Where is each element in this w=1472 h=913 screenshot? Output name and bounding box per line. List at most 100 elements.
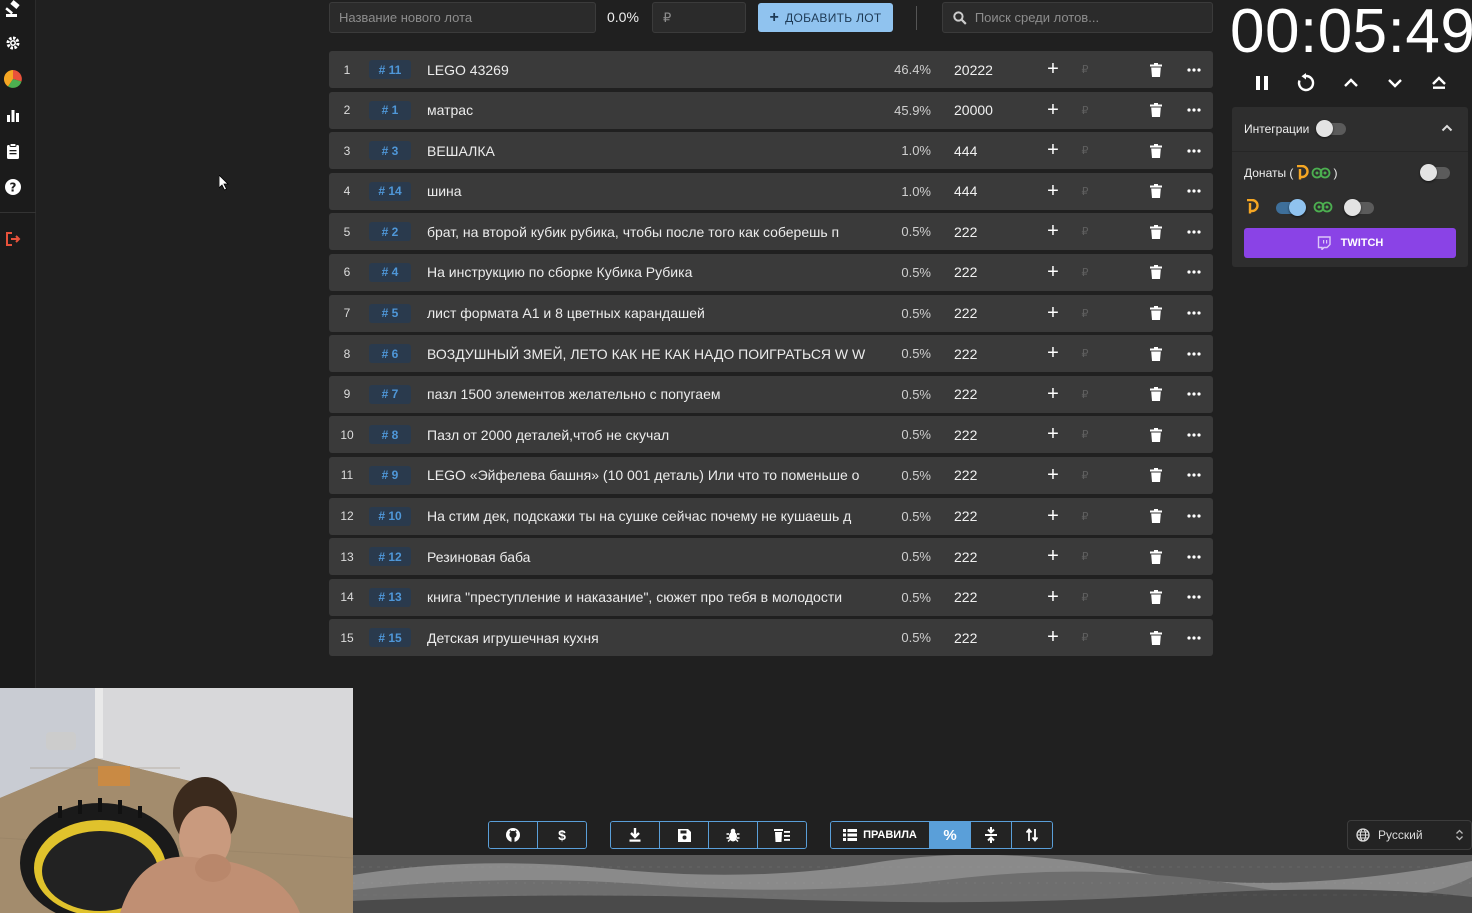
timer-reset-button[interactable] (1295, 72, 1317, 94)
lot-add-amount-button[interactable]: + (1045, 173, 1061, 210)
lot-name[interactable]: пазл 1500 элементов желательно с попугае… (427, 376, 874, 413)
lot-search-input[interactable] (974, 10, 1202, 25)
lot-more-button[interactable] (1185, 619, 1203, 656)
lot-id-badge[interactable]: # 15 (369, 628, 411, 648)
lot-add-amount-button[interactable]: + (1045, 498, 1061, 535)
auction-hammer-icon[interactable] (4, 0, 22, 18)
lot-more-button[interactable] (1185, 376, 1203, 413)
lot-more-button[interactable] (1185, 51, 1203, 88)
integrations-header[interactable]: Интеграции (1232, 107, 1468, 152)
lot-more-button[interactable] (1185, 416, 1203, 453)
lot-more-button[interactable] (1185, 254, 1203, 291)
lot-amount[interactable]: 222 (954, 213, 1014, 250)
lot-amount[interactable]: 222 (954, 619, 1014, 656)
lot-add-amount-button[interactable]: + (1045, 416, 1061, 453)
lot-amount[interactable]: 20000 (954, 92, 1014, 129)
lot-add-amount-button[interactable]: + (1045, 295, 1061, 332)
donationalerts-toggle[interactable] (1344, 199, 1374, 216)
lot-id-badge[interactable]: # 5 (369, 303, 411, 323)
lot-more-button[interactable] (1185, 538, 1203, 575)
lot-id-badge[interactable]: # 1 (369, 100, 411, 120)
lot-more-button[interactable] (1185, 335, 1203, 372)
lot-delete-button[interactable] (1148, 92, 1164, 129)
new-lot-amount-input[interactable] (652, 2, 746, 33)
logout-icon[interactable] (4, 230, 22, 248)
bar-chart-icon[interactable] (4, 106, 22, 124)
lot-id-badge[interactable]: # 10 (369, 506, 411, 526)
lot-delete-button[interactable] (1148, 416, 1164, 453)
lot-name[interactable]: Пазл от 2000 деталей,чтоб не скучал (427, 416, 874, 453)
collapse-chevron-up-icon[interactable] (1441, 124, 1453, 132)
lot-amount[interactable]: 222 (954, 254, 1014, 291)
lot-more-button[interactable] (1185, 457, 1203, 494)
lot-more-button[interactable] (1185, 132, 1203, 169)
lot-name[interactable]: ВЕШАЛКА (427, 132, 874, 169)
gear-icon[interactable] (4, 34, 22, 52)
lot-add-amount-button[interactable]: + (1045, 457, 1061, 494)
lot-name[interactable]: LEGO «Эйфелева башня» (10 001 деталь) Ил… (427, 457, 874, 494)
new-lot-name-input[interactable] (329, 2, 596, 33)
lot-delete-button[interactable] (1148, 132, 1164, 169)
save-button[interactable] (660, 822, 709, 848)
lot-add-amount-button[interactable]: + (1045, 619, 1061, 656)
timer-decrease-button[interactable] (1384, 72, 1406, 94)
lot-delete-button[interactable] (1148, 538, 1164, 575)
lot-id-badge[interactable]: # 9 (369, 465, 411, 485)
lot-id-badge[interactable]: # 14 (369, 181, 411, 201)
lot-name[interactable]: матрас (427, 92, 874, 129)
add-lot-button[interactable]: + ДОБАВИТЬ ЛОТ (758, 3, 893, 32)
lot-delete-button[interactable] (1148, 579, 1164, 616)
percent-view-button[interactable]: % (930, 822, 971, 848)
lot-id-badge[interactable]: # 3 (369, 141, 411, 161)
lot-id-badge[interactable]: # 2 (369, 222, 411, 242)
donations-toggle[interactable] (1420, 164, 1450, 181)
help-icon[interactable]: ? (4, 178, 22, 196)
lot-add-amount-button[interactable]: + (1045, 254, 1061, 291)
lot-delete-button[interactable] (1148, 173, 1164, 210)
donate-button[interactable]: $ (538, 822, 586, 848)
bug-report-button[interactable] (709, 822, 758, 848)
lot-add-amount-button[interactable]: + (1045, 579, 1061, 616)
lot-id-badge[interactable]: # 8 (369, 425, 411, 445)
lot-delete-button[interactable] (1148, 254, 1164, 291)
lot-name[interactable]: На стим дек, подскажи ты на сушке сейчас… (427, 498, 874, 535)
language-select[interactable]: Русский (1347, 820, 1472, 850)
lot-amount[interactable]: 222 (954, 335, 1014, 372)
lot-delete-button[interactable] (1148, 335, 1164, 372)
lot-more-button[interactable] (1185, 213, 1203, 250)
lot-amount[interactable]: 444 (954, 132, 1014, 169)
lot-add-amount-button[interactable]: + (1045, 335, 1061, 372)
lot-delete-button[interactable] (1148, 498, 1164, 535)
integrations-toggle[interactable] (1316, 120, 1346, 137)
lot-amount[interactable]: 20222 (954, 51, 1014, 88)
timer-increase-button[interactable] (1340, 72, 1362, 94)
lot-id-badge[interactable]: # 7 (369, 384, 411, 404)
lot-amount[interactable]: 222 (954, 376, 1014, 413)
lot-add-amount-button[interactable]: + (1045, 213, 1061, 250)
lot-name[interactable]: брат, на второй кубик рубика, чтобы посл… (427, 213, 874, 250)
lot-amount[interactable]: 222 (954, 416, 1014, 453)
lot-amount[interactable]: 222 (954, 579, 1014, 616)
twitch-connect-button[interactable]: TWITCH (1244, 228, 1456, 258)
lot-id-badge[interactable]: # 11 (369, 60, 411, 79)
compact-view-button[interactable] (971, 822, 1012, 848)
clipboard-icon[interactable] (4, 142, 22, 160)
lot-amount[interactable]: 222 (954, 457, 1014, 494)
timer-double-up-button[interactable] (1428, 72, 1450, 94)
lot-delete-button[interactable] (1148, 295, 1164, 332)
lot-delete-button[interactable] (1148, 619, 1164, 656)
lot-amount[interactable]: 222 (954, 295, 1014, 332)
lot-more-button[interactable] (1185, 498, 1203, 535)
lot-name[interactable]: Детская игрушечная кухня (427, 619, 874, 656)
lot-search[interactable] (942, 2, 1213, 33)
lot-id-badge[interactable]: # 12 (369, 547, 411, 567)
lot-add-amount-button[interactable]: + (1045, 51, 1061, 88)
lot-more-button[interactable] (1185, 173, 1203, 210)
lot-name[interactable]: ВОЗДУШНЫЙ ЗМЕЙ, ЛЕТО КАК НЕ КАК НАДО ПОИ… (427, 335, 874, 372)
lot-more-button[interactable] (1185, 92, 1203, 129)
lot-name[interactable]: лист формата А1 и 8 цветных карандашей (427, 295, 874, 332)
timer-pause-button[interactable] (1251, 72, 1273, 94)
donatepay-toggle[interactable] (1276, 199, 1306, 216)
pie-chart-icon[interactable] (4, 70, 22, 88)
lot-name[interactable]: книга "преступление и наказание", сюжет … (427, 579, 874, 616)
